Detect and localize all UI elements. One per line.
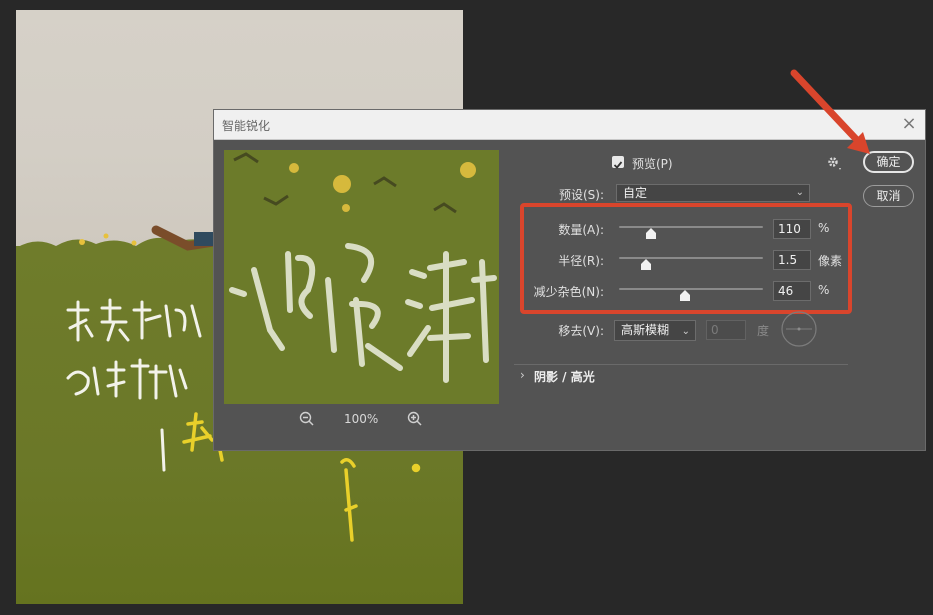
remove-label: 移去(V): — [558, 324, 604, 338]
chevron-right-icon[interactable]: › — [520, 368, 525, 382]
preview-checkbox[interactable] — [612, 156, 624, 169]
preview-artwork — [224, 150, 499, 404]
angle-input[interactable]: 0 — [706, 320, 746, 340]
preset-value: 自定 — [623, 186, 648, 200]
checkmark-icon — [613, 161, 623, 169]
dialog-title: 智能锐化 — [222, 119, 271, 133]
section-shadow-highlight[interactable]: 阴影 / 高光 — [534, 368, 595, 385]
preview-checkbox-label: 预览(P) — [632, 157, 673, 171]
preset-label: 预设(S): — [558, 188, 604, 202]
preset-dropdown[interactable]: 自定 ⌄ — [616, 184, 810, 202]
chevron-down-icon: ⌄ — [681, 326, 690, 337]
close-icon[interactable]: × — [899, 114, 919, 134]
angle-unit: 度 — [757, 324, 770, 338]
radius-slider-thumb[interactable] — [641, 259, 652, 270]
cancel-button[interactable]: 取消 — [863, 185, 914, 207]
dialog-titlebar: 智能锐化 × — [214, 110, 925, 140]
noise-slider-track[interactable] — [619, 288, 763, 290]
amount-slider-thumb[interactable] — [645, 228, 656, 239]
preview-image[interactable] — [224, 150, 499, 404]
remove-dropdown[interactable]: 高斯模糊 ⌄ — [614, 320, 696, 341]
ok-button[interactable]: 确定 — [863, 151, 914, 173]
noise-label: 减少杂色(N): — [533, 285, 604, 299]
chevron-down-icon: ⌄ — [795, 187, 804, 198]
noise-unit: % — [818, 283, 830, 297]
remove-value: 高斯模糊 — [621, 323, 670, 337]
amount-slider-track[interactable] — [619, 226, 763, 228]
zoom-controls: 100% — [224, 410, 499, 430]
radius-input[interactable]: 1.5 — [773, 250, 811, 270]
amount-unit: % — [818, 221, 830, 235]
radius-label: 半径(R): — [558, 254, 604, 268]
zoom-level: 100% — [344, 412, 379, 426]
angle-dial[interactable] — [780, 310, 818, 348]
zoom-in-icon[interactable] — [406, 410, 424, 428]
gear-icon[interactable] — [826, 155, 844, 171]
radius-unit: 像素 — [818, 254, 843, 268]
section-divider — [514, 364, 848, 365]
amount-label: 数量(A): — [558, 223, 604, 237]
zoom-out-icon[interactable] — [298, 410, 316, 428]
noise-slider-thumb[interactable] — [680, 290, 691, 301]
smart-sharpen-dialog: 智能锐化 × 100% 预览(P) 确定 取消 预设(S): 自定 ⌄ 数量(A… — [213, 109, 926, 451]
noise-input[interactable]: 46 — [773, 281, 811, 301]
amount-input[interactable]: 110 — [773, 219, 811, 239]
